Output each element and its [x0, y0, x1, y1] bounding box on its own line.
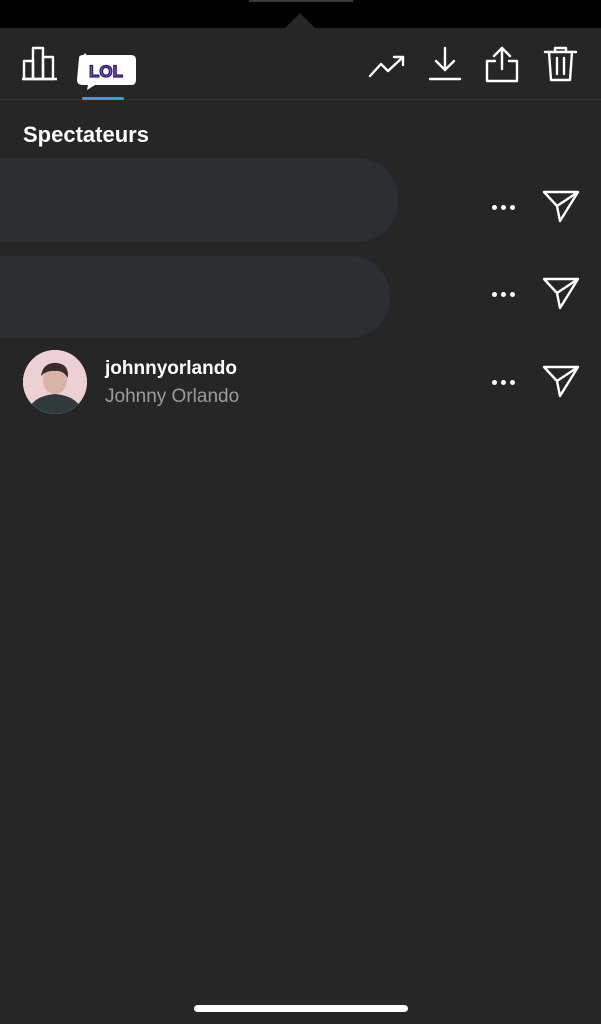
more-options-button[interactable] — [488, 197, 518, 217]
send-message-icon[interactable] — [542, 364, 580, 403]
dot — [509, 379, 515, 385]
story-thumbnail-edge — [249, 0, 353, 2]
bar-chart-icon[interactable] — [22, 45, 58, 81]
download-icon[interactable] — [428, 46, 462, 82]
selected-tab-indicator — [82, 97, 124, 100]
trash-icon[interactable] — [543, 45, 579, 83]
viewer-full-name: Johnny Orlando — [105, 386, 240, 407]
send-message-icon[interactable] — [542, 189, 580, 228]
trending-icon[interactable] — [368, 52, 406, 80]
dot — [500, 291, 506, 297]
viewer-username[interactable]: johnnyorlando — [105, 358, 237, 380]
share-icon[interactable] — [484, 45, 520, 83]
dot — [509, 204, 515, 210]
dot — [500, 204, 506, 210]
home-indicator[interactable] — [194, 1005, 408, 1012]
send-message-icon[interactable] — [542, 276, 580, 315]
viewers-section-title: Spectateurs — [23, 122, 149, 147]
dot — [509, 291, 515, 297]
more-options-button[interactable] — [488, 284, 518, 304]
redacted-viewer-row — [0, 256, 390, 338]
dot — [500, 379, 506, 385]
top-black-bar — [0, 0, 601, 28]
dot — [491, 379, 497, 385]
redacted-viewer-row — [0, 158, 398, 242]
lol-sticker-icon[interactable]: LOL — [73, 52, 139, 92]
pointer-caret — [285, 13, 315, 28]
avatar[interactable] — [23, 350, 87, 414]
dot — [491, 204, 497, 210]
lol-sticker-text: LOL — [89, 62, 123, 81]
more-options-button[interactable] — [488, 372, 518, 392]
dot — [491, 291, 497, 297]
